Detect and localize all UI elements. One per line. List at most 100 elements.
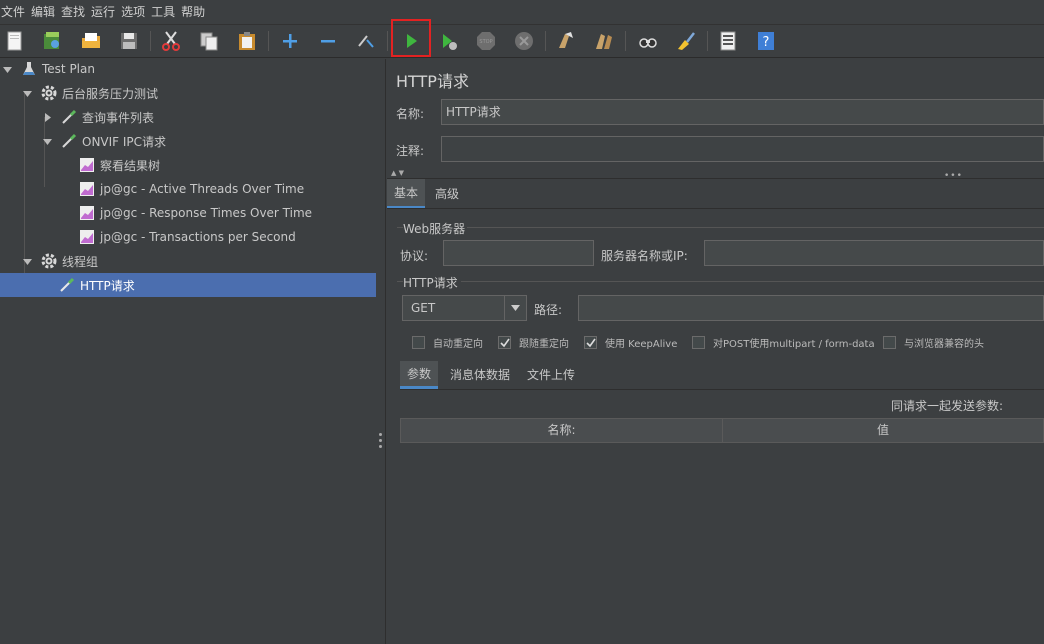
tree-node-response-times[interactable]: jp@gc - Response Times Over Time: [78, 201, 312, 225]
web-server-title: Web服务器: [403, 222, 466, 236]
checkbox-label: 与浏览器兼容的头: [904, 339, 984, 350]
tree-label: HTTP请求: [80, 278, 135, 293]
checkbox-auto-redirect[interactable]: 自动重定向: [412, 335, 483, 350]
templates-icon[interactable]: [39, 28, 65, 54]
tab-basic[interactable]: 基本: [387, 179, 426, 209]
menu-search[interactable]: 查找: [60, 0, 89, 25]
gear-icon: [40, 252, 58, 270]
paste-icon[interactable]: [234, 28, 260, 54]
flask-icon: [20, 60, 38, 78]
body-tabs: 参数 消息体数据 文件上传: [400, 361, 1044, 389]
tree-node-backend-group[interactable]: 后台服务压力测试: [22, 81, 158, 105]
checkbox-box[interactable]: [498, 336, 511, 349]
new-icon[interactable]: [2, 28, 28, 54]
comment-input[interactable]: [441, 136, 1044, 162]
shutdown-icon[interactable]: [511, 28, 537, 54]
cut-icon[interactable]: [158, 28, 184, 54]
name-input[interactable]: HTTP请求: [441, 99, 1044, 125]
chart-icon: [78, 228, 96, 246]
checkbox-follow-redirect[interactable]: 跟随重定向: [498, 335, 569, 350]
test-plan-tree: Test Plan 后台服务压力测试 查询事件列表 ONVIF IPC请求 察看…: [0, 59, 376, 644]
menu-options[interactable]: 选项: [120, 0, 149, 25]
tree-label: jp@gc - Transactions per Second: [100, 230, 296, 244]
copy-icon[interactable]: [196, 28, 222, 54]
protocol-input[interactable]: [443, 240, 594, 266]
collapse-icon[interactable]: [315, 28, 341, 54]
http-request-group-title: HTTP请求: [403, 276, 458, 290]
clear-all-icon[interactable]: [591, 28, 617, 54]
tree-node-query-events[interactable]: 查询事件列表: [42, 105, 154, 129]
panel-splitter[interactable]: [376, 59, 386, 644]
menu-help[interactable]: 帮助: [180, 0, 209, 25]
tab-advanced[interactable]: 高级: [428, 179, 466, 209]
panel-title: HTTP请求: [396, 72, 469, 91]
expand-down-icon[interactable]: [22, 88, 32, 98]
tree-node-transactions[interactable]: jp@gc - Transactions per Second: [78, 225, 296, 249]
method-select[interactable]: GET: [402, 295, 527, 321]
checkbox-label: 使用 KeepAlive: [605, 339, 678, 350]
comment-label: 注释:: [396, 144, 425, 158]
expand-icon[interactable]: [277, 28, 303, 54]
checkbox-box[interactable]: [584, 336, 597, 349]
tree-label: jp@gc - Response Times Over Time: [100, 206, 313, 220]
tree-node-http-request[interactable]: HTTP请求: [0, 273, 376, 297]
tree-label: 后台服务压力测试: [62, 86, 159, 101]
checkbox-multipart[interactable]: 对POST使用multipart / form-data: [692, 335, 875, 350]
open-icon[interactable]: [78, 28, 104, 54]
help-icon[interactable]: ?: [753, 28, 779, 54]
tree-label: ONVIF IPC请求: [82, 134, 167, 149]
chart-icon: [78, 180, 96, 198]
checkbox-label: 跟随重定向: [519, 339, 569, 350]
path-input[interactable]: [578, 295, 1044, 321]
menu-bar: 文件 编辑 查找 运行 选项 工具 帮助: [0, 0, 1044, 25]
checkbox-browser-headers[interactable]: 与浏览器兼容的头: [883, 335, 984, 350]
collapse-arrows-icon[interactable]: ▲ ▼: [391, 169, 404, 177]
tree-node-onvif[interactable]: ONVIF IPC请求: [42, 129, 166, 153]
checkbox-box[interactable]: [412, 336, 425, 349]
search-icon[interactable]: [635, 28, 661, 54]
toggle-icon[interactable]: [353, 28, 379, 54]
tree-node-thread-group[interactable]: 线程组: [22, 249, 98, 273]
protocol-label: 协议:: [400, 249, 429, 263]
expand-down-icon[interactable]: [42, 136, 52, 146]
chevron-down-icon[interactable]: [504, 296, 526, 320]
checkbox-label: 自动重定向: [433, 339, 483, 350]
checkbox-box[interactable]: [692, 336, 705, 349]
menu-file[interactable]: 文件: [0, 0, 29, 25]
server-input[interactable]: [704, 240, 1044, 266]
save-icon[interactable]: [116, 28, 142, 54]
config-tabs: 基本 高级: [387, 178, 1044, 209]
clear-icon[interactable]: [553, 28, 579, 54]
splitter-grip[interactable]: [379, 433, 382, 449]
tree-node-active-threads[interactable]: jp@gc - Active Threads Over Time: [78, 177, 304, 201]
menu-tools[interactable]: 工具: [150, 0, 179, 25]
method-value: GET: [411, 301, 436, 315]
tab-file-upload[interactable]: 文件上传: [520, 361, 582, 389]
tree-label: 察看结果树: [100, 158, 161, 173]
path-label: 路径:: [534, 303, 563, 317]
tree-node-test-plan[interactable]: Test Plan: [2, 57, 95, 81]
pipette-icon: [60, 132, 78, 150]
params-table-header: 名称: 值: [400, 418, 1044, 443]
column-header-value[interactable]: 值: [723, 419, 1043, 442]
tab-body-data[interactable]: 消息体数据: [443, 361, 517, 389]
reset-search-icon[interactable]: [673, 28, 699, 54]
function-helper-icon[interactable]: [715, 28, 741, 54]
checkbox-keepalive[interactable]: 使用 KeepAlive: [584, 335, 677, 350]
stop-icon[interactable]: STOP: [473, 28, 499, 54]
pipette-icon: [60, 108, 78, 126]
send-params-label: 同请求一起发送参数:: [891, 399, 1004, 413]
expand-down-icon[interactable]: [2, 64, 12, 74]
menu-run[interactable]: 运行: [90, 0, 119, 25]
menu-edit[interactable]: 编辑: [30, 0, 59, 25]
expand-right-icon[interactable]: [42, 112, 52, 122]
checkbox-box[interactable]: [883, 336, 896, 349]
tree-label: Test Plan: [42, 62, 95, 76]
tree-label: jp@gc - Active Threads Over Time: [100, 182, 305, 196]
pipette-icon: [58, 276, 76, 294]
tree-node-view-results[interactable]: 察看结果树: [78, 153, 160, 177]
start-no-pause-icon[interactable]: [436, 28, 462, 54]
column-header-name[interactable]: 名称:: [401, 419, 722, 442]
expand-down-icon[interactable]: [22, 256, 32, 266]
tab-parameters[interactable]: 参数: [400, 361, 439, 389]
